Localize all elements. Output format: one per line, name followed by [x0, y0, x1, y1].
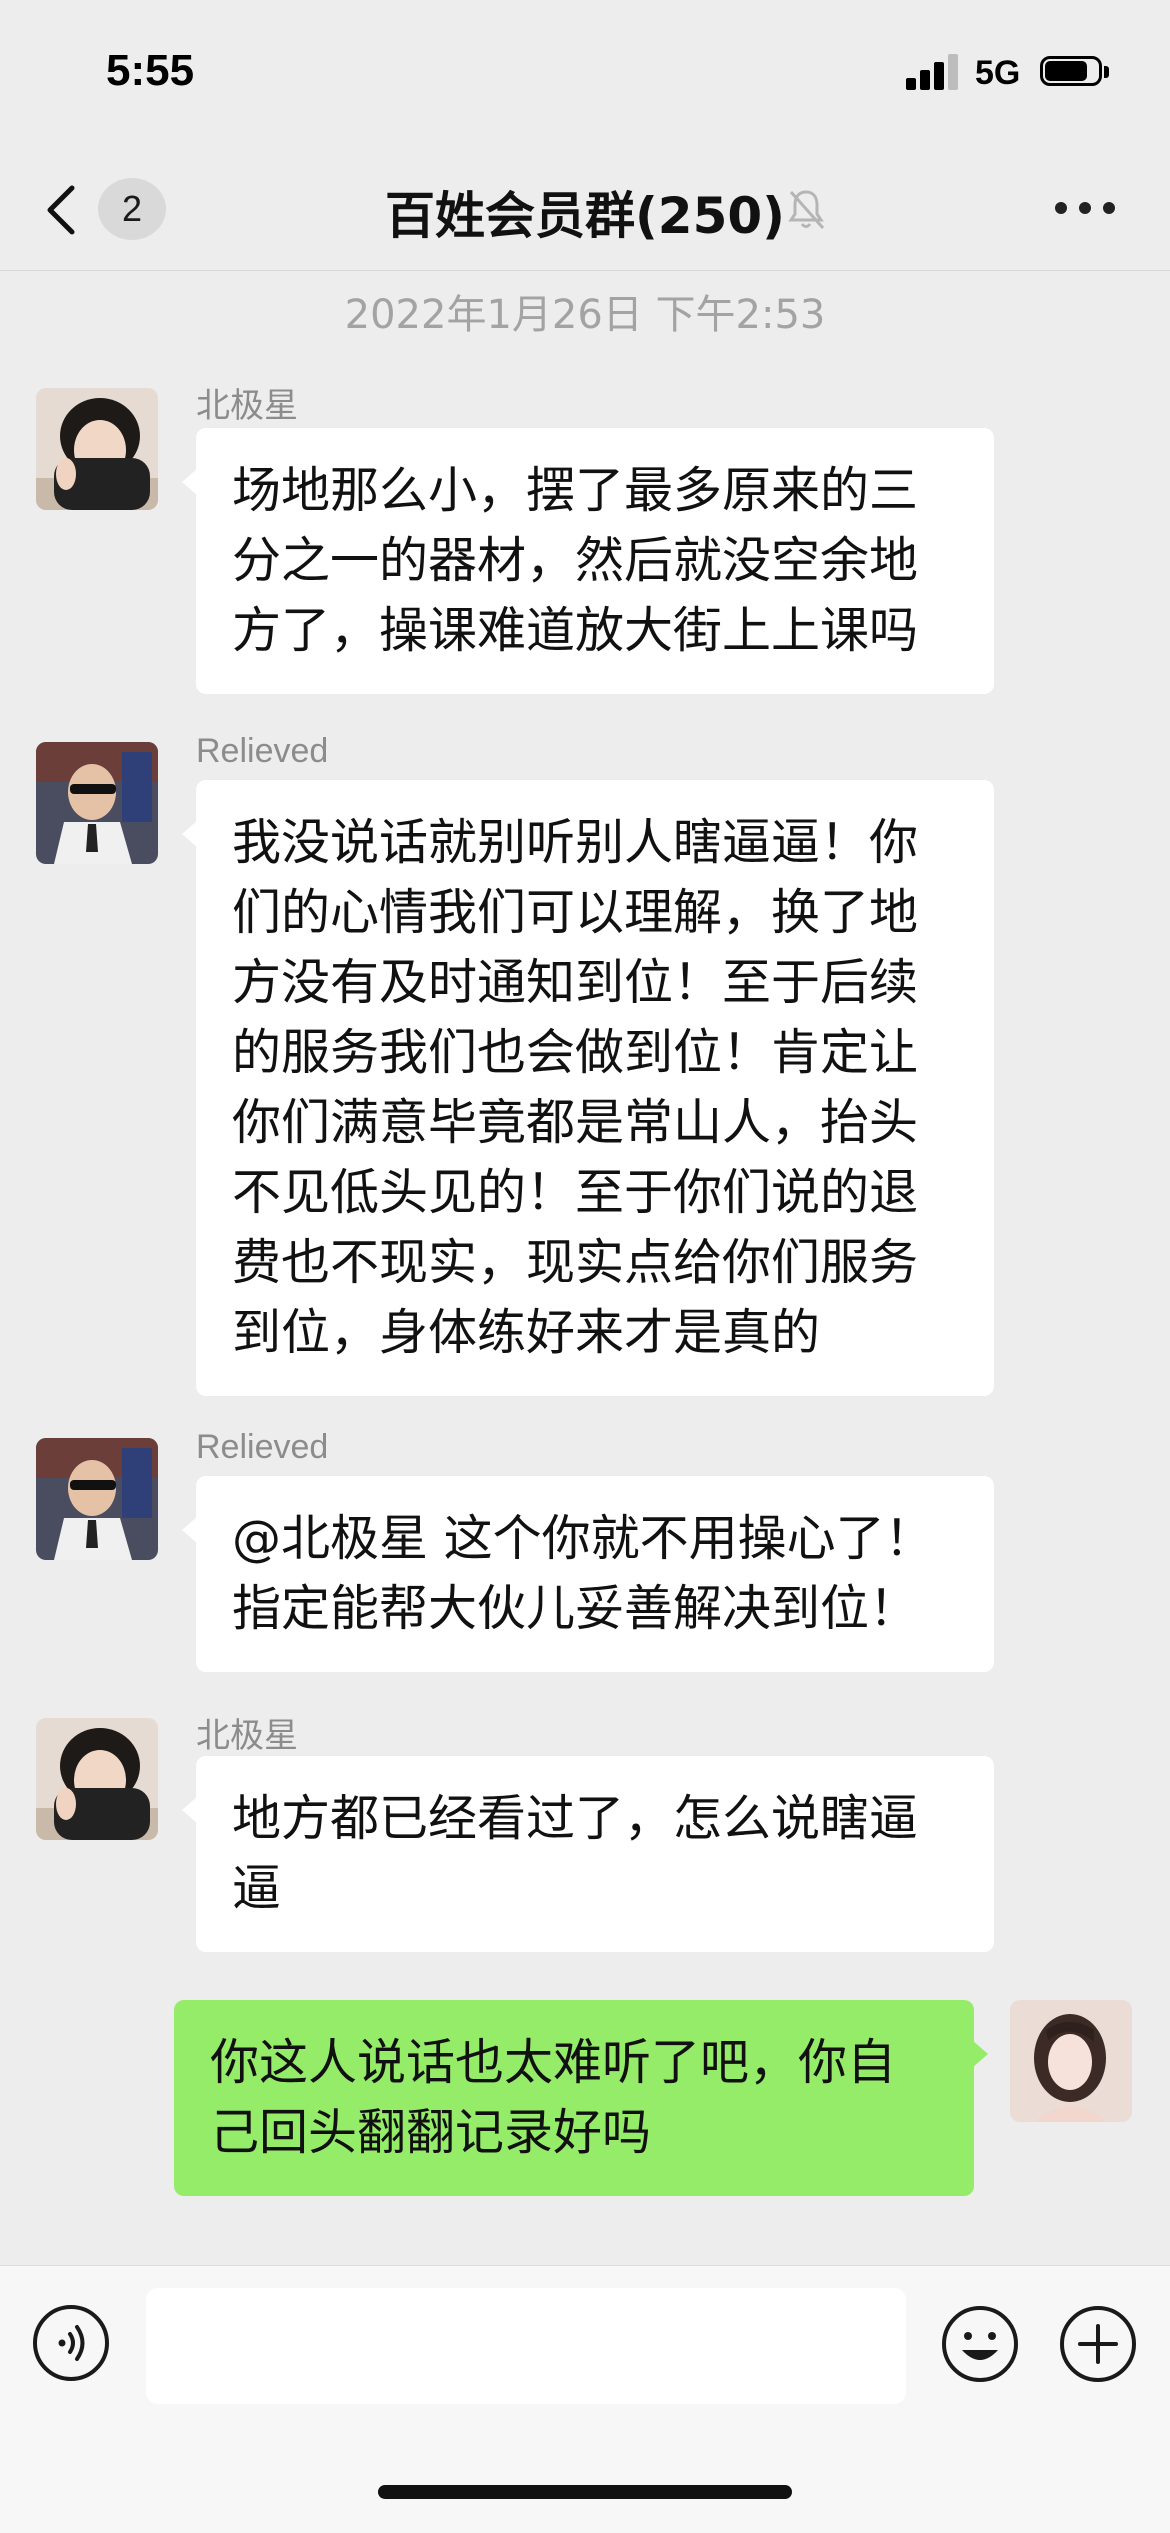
message-bubble[interactable]: 场地那么小，摆了最多原来的三分之一的器材，然后就没空余地方了，操课难道放大街上上…: [182, 428, 994, 694]
sender-name: 北极星: [196, 386, 298, 426]
my-avatar[interactable]: [1010, 2000, 1132, 2122]
status-bar: 5:55 5G: [0, 0, 1170, 150]
bell-slash-icon: [788, 190, 825, 229]
more-options-icon[interactable]: [1055, 202, 1115, 216]
sender-name: Relieved: [196, 1428, 329, 1466]
message-input[interactable]: [146, 2288, 906, 2404]
sender-name: Relieved: [196, 732, 329, 770]
my-message-bubble[interactable]: 你这人说话也太难听了吧，你自己回头翻翻记录好吗: [174, 2000, 988, 2196]
battery-icon: [1040, 56, 1110, 90]
message-bubble[interactable]: 地方都已经看过了，怎么说瞎逼逼: [182, 1756, 994, 1952]
voice-input-icon[interactable]: [32, 2304, 110, 2382]
chat-title: 百姓会员群(250): [384, 187, 786, 245]
avatar-relieved[interactable]: [36, 1438, 158, 1560]
avatar-beijixing[interactable]: [36, 388, 158, 510]
network-type-label: 5G: [975, 54, 1021, 92]
avatar-relieved[interactable]: [36, 742, 158, 864]
avatar-beijixing[interactable]: [36, 1718, 158, 1840]
message-bubble[interactable]: @北极星 这个你就不用操心了！指定能帮大伙儿妥善解决到位！: [182, 1476, 994, 1672]
message-timestamp: 2022年1月26日 下午2:53: [344, 292, 826, 338]
home-indicator[interactable]: [378, 2485, 792, 2499]
cellular-signal-icon: [906, 54, 958, 90]
chat-nav-bar: 2 百姓会员群(250): [0, 150, 1170, 271]
message-bubble[interactable]: 我没说话就别听别人瞎逼逼！你们的心情我们可以理解，换了地方没有及时通知到位！至于…: [182, 780, 994, 1396]
sender-name: 北极星: [196, 1716, 298, 1756]
emoji-icon[interactable]: [940, 2304, 1020, 2384]
status-time: 5:55: [106, 46, 195, 95]
add-attachment-icon[interactable]: [1058, 2304, 1138, 2384]
